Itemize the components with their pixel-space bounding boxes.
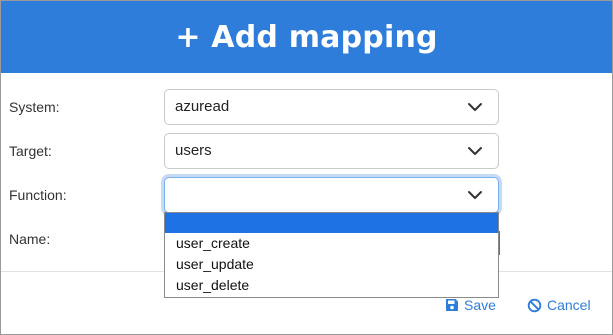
target-select-value: users [175,142,212,159]
dropdown-option-user-delete[interactable]: user_delete [165,275,498,296]
target-label: Target: [9,143,52,159]
dropdown-option-empty[interactable] [165,213,498,233]
function-dropdown-list: user_create user_update user_delete [164,212,499,298]
dropdown-option-user-update[interactable]: user_update [165,254,498,275]
save-button-label: Save [464,297,496,313]
floppy-disk-icon [446,299,458,311]
function-select[interactable] [164,177,499,213]
dialog-title: + Add mapping [175,19,438,55]
cancel-button-label: Cancel [547,297,591,313]
dropdown-option-user-create[interactable]: user_create [165,233,498,254]
name-label: Name: [9,231,51,247]
function-label: Function: [9,187,67,203]
function-row: Function: [1,177,612,213]
system-select[interactable]: azuread [164,89,499,125]
cancel-button[interactable]: Cancel [527,293,591,317]
chevron-down-icon [468,147,482,155]
add-mapping-dialog: + Add mapping System: azuread Target: us… [0,0,613,335]
ban-icon [527,298,542,312]
target-select[interactable]: users [164,133,499,169]
system-label: System: [9,99,60,115]
chevron-down-icon [468,103,482,111]
system-row: System: azuread [1,89,612,125]
system-select-value: azuread [175,98,230,115]
dialog-header: + Add mapping [1,1,612,73]
chevron-down-icon [468,191,482,199]
target-row: Target: users [1,133,612,169]
